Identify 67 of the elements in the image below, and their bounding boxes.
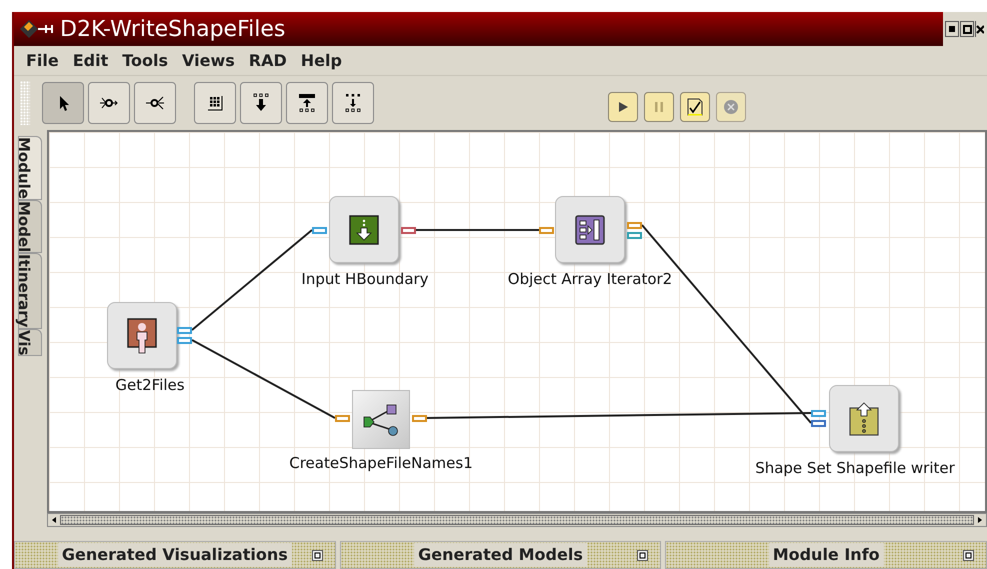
- module-label: Get2Files: [115, 375, 185, 396]
- port[interactable]: [312, 227, 327, 234]
- port[interactable]: [627, 222, 642, 229]
- menu-item[interactable]: Help: [300, 52, 342, 68]
- tool-button[interactable]: [194, 82, 236, 124]
- module-label: Input HBoundary: [301, 269, 429, 290]
- horizontal-scrollbar[interactable]: [47, 513, 987, 527]
- port[interactable]: [412, 415, 427, 422]
- tool-button[interactable]: [134, 82, 176, 124]
- module-node[interactable]: [829, 385, 899, 452]
- app-logo-icon: [18, 18, 56, 40]
- port[interactable]: [177, 337, 192, 344]
- menu-item[interactable]: Edit: [72, 52, 108, 68]
- module-label: Shape Set Shapefile writer: [755, 458, 955, 479]
- distribute-icon: [343, 93, 363, 113]
- panel-restore-icon: [312, 550, 323, 560]
- port[interactable]: [335, 415, 350, 422]
- side-tab[interactable]: Vis: [18, 328, 42, 356]
- branch-icon: [362, 402, 400, 438]
- side-tab[interactable]: Itinerary: [18, 253, 42, 329]
- menu-item[interactable]: File: [26, 52, 59, 68]
- port[interactable]: [627, 232, 642, 239]
- port[interactable]: [811, 410, 826, 417]
- panel-title: Module Info: [768, 543, 884, 567]
- panel-restore-icon: [637, 550, 648, 560]
- arrow-down-icon: [251, 93, 271, 113]
- side-tab[interactable]: Module: [18, 136, 42, 200]
- port[interactable]: [539, 227, 554, 234]
- module-label: CreateShapeFileNames1: [289, 453, 473, 474]
- run-control-button[interactable]: [608, 92, 638, 122]
- panel-title: Generated Models: [414, 543, 587, 567]
- panel-restore-icon: [963, 550, 974, 560]
- menu-item[interactable]: RAD: [248, 52, 287, 68]
- minimize-button[interactable]: [945, 21, 959, 37]
- upload-icon: [849, 402, 879, 436]
- port[interactable]: [177, 327, 192, 334]
- tool-button[interactable]: [240, 82, 282, 124]
- grid-icon: [205, 93, 225, 113]
- toolbar-grip: [20, 81, 30, 125]
- port[interactable]: [811, 420, 826, 427]
- checked-document-icon: [686, 98, 704, 116]
- arrow-up-icon: [297, 93, 317, 113]
- scroll-thumb[interactable]: [60, 515, 974, 525]
- panel-title: Generated Visualizations: [58, 543, 292, 567]
- minimize-icon: [949, 26, 955, 32]
- person-icon: [127, 318, 157, 354]
- module-node[interactable]: [555, 196, 625, 263]
- maximize-icon: [962, 24, 972, 34]
- tool-button[interactable]: [88, 82, 130, 124]
- run-control-button[interactable]: [680, 92, 710, 122]
- maximize-button[interactable]: [960, 21, 974, 37]
- menu-item[interactable]: Views: [182, 52, 235, 68]
- close-button[interactable]: [975, 21, 985, 37]
- window-title: D2K-WriteShapeFiles: [60, 16, 286, 44]
- menu-item[interactable]: Tools: [122, 52, 168, 68]
- array-icon: [575, 214, 605, 244]
- module-node[interactable]: [107, 302, 177, 369]
- tool-button[interactable]: [286, 82, 328, 124]
- module-label: Object Array Iterator2: [508, 269, 672, 290]
- module-node[interactable]: [352, 390, 410, 449]
- stop-icon: [722, 98, 740, 116]
- close-icon: [976, 24, 984, 34]
- port[interactable]: [401, 227, 416, 234]
- module-node[interactable]: [329, 196, 399, 263]
- tool-button[interactable]: [42, 82, 84, 124]
- tool-button[interactable]: [332, 82, 374, 124]
- side-tab[interactable]: Model: [18, 200, 42, 254]
